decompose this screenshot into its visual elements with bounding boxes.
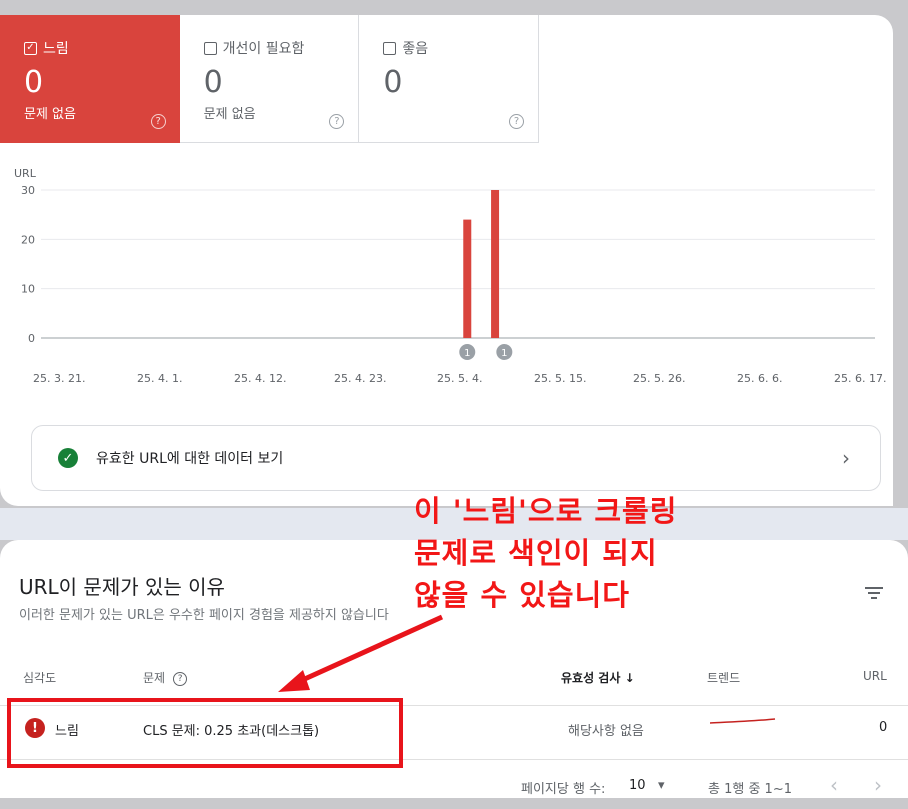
annotation-marker-label: 1 <box>501 348 507 359</box>
x-tick-label: 25. 5. 15. <box>534 372 586 385</box>
status-tiles: ✓ 느림 0 문제 없음 ? 개선이 필요함 0 문제 없음 ? 좋음 0 ? <box>0 15 540 143</box>
report-card: ✓ 느림 0 문제 없음 ? 개선이 필요함 0 문제 없음 ? 좋음 0 ? … <box>0 15 893 506</box>
x-tick-label: 25. 4. 12. <box>234 372 286 385</box>
tile-needs-improvement[interactable]: 개선이 필요함 0 문제 없음 ? <box>179 15 360 143</box>
x-tick-label: 25. 5. 4. <box>437 372 482 385</box>
checkbox-icon[interactable]: ✓ <box>24 41 37 55</box>
arrow-down-icon: ↓ <box>624 671 635 685</box>
tile-good[interactable]: 좋음 0 ? <box>359 15 540 143</box>
tile-count: 0 <box>383 65 403 100</box>
y-tick-label: 30 <box>21 184 35 197</box>
section-title: URL이 문제가 있는 이유 <box>19 575 225 599</box>
highlight-box <box>7 698 403 768</box>
col-validation-label: 유효성 검사 <box>561 671 621 685</box>
tile-slow[interactable]: ✓ 느림 0 문제 없음 ? <box>0 15 180 143</box>
tile-label: 좋음 <box>402 41 429 57</box>
x-tick-label: 25. 5. 26. <box>633 372 685 385</box>
help-circle-icon[interactable]: ? <box>329 114 345 129</box>
col-severity[interactable]: 심각도 <box>23 669 56 686</box>
check-circle-icon: ✓ <box>58 448 78 468</box>
chevron-right-icon: › <box>842 446 850 470</box>
y-axis-label: URL <box>14 167 37 180</box>
url-bar-chart: URL 0 10 20 30 25. 3. 21. 25. 4. 1. 25. 4. 12. 2… <box>14 167 886 385</box>
dropdown-icon: ▾ <box>657 778 665 793</box>
rows-per-page-value: 10 <box>629 778 646 793</box>
tile-subtitle: 문제 없음 <box>24 107 76 122</box>
annotation-line: 이 '느림'으로 크롤링 <box>414 494 678 528</box>
tile-subtitle: 문제 없음 <box>203 107 256 122</box>
filter-icon[interactable] <box>864 587 884 601</box>
tile-label: 개선이 필요함 <box>222 41 305 57</box>
tile-count: 0 <box>24 65 44 100</box>
x-tick-label: 25. 3. 21. <box>33 372 85 385</box>
help-circle-icon[interactable]: ? <box>173 671 188 686</box>
col-issue-label: 문제 <box>143 671 166 685</box>
checkbox-icon[interactable] <box>383 41 397 55</box>
valid-link-label: 유효한 URL에 대한 데이터 보기 <box>96 451 284 467</box>
col-issue[interactable]: 문제? <box>143 669 188 686</box>
annotation-line: 않을 수 있습니다 <box>414 578 630 612</box>
row-validation: 해당사항 없음 <box>568 724 644 739</box>
annotation-marker-label: 1 <box>464 348 470 359</box>
tile-count: 0 <box>203 65 223 100</box>
x-tick-label: 25. 6. 17. <box>834 372 886 385</box>
view-valid-urls-link[interactable]: ✓ 유효한 URL에 대한 데이터 보기 › <box>31 425 881 491</box>
x-tick-label: 25. 6. 6. <box>737 372 782 385</box>
next-page-icon[interactable]: › <box>874 773 882 797</box>
help-circle-icon[interactable]: ? <box>150 114 166 129</box>
chart-bar <box>463 219 472 338</box>
checkbox-icon[interactable] <box>203 41 217 55</box>
chart-bar <box>491 190 500 338</box>
prev-page-icon[interactable]: ‹ <box>830 773 838 797</box>
help-circle-icon[interactable]: ? <box>509 114 525 129</box>
y-tick-label: 0 <box>28 332 35 345</box>
col-url[interactable]: URL <box>863 669 887 683</box>
rows-per-page-select[interactable]: 10 ▾ <box>629 778 664 793</box>
col-trend[interactable]: 트렌드 <box>707 669 740 686</box>
x-tick-label: 25. 4. 23. <box>334 372 386 385</box>
annotation-line: 문제로 색인이 되지 <box>414 536 658 570</box>
x-tick-label: 25. 4. 1. <box>137 372 182 385</box>
y-tick-label: 10 <box>21 283 35 296</box>
row-url-count: 0 <box>879 720 888 735</box>
section-subtitle: 이러한 문제가 있는 URL은 우수한 페이지 경험을 제공하지 않습니다 <box>19 608 389 623</box>
tile-label: 느림 <box>43 41 69 57</box>
col-validation[interactable]: 유효성 검사 ↓ <box>561 669 635 686</box>
y-tick-label: 20 <box>21 233 35 246</box>
trend-sparkline <box>710 718 776 724</box>
page-range: 총 1행 중 1~1 <box>708 782 792 797</box>
annotation-text: 이 '느림'으로 크롤링 문제로 색인이 되지 않을 수 있습니다 <box>414 490 677 616</box>
rows-per-page-label: 페이지당 행 수: <box>521 782 606 797</box>
